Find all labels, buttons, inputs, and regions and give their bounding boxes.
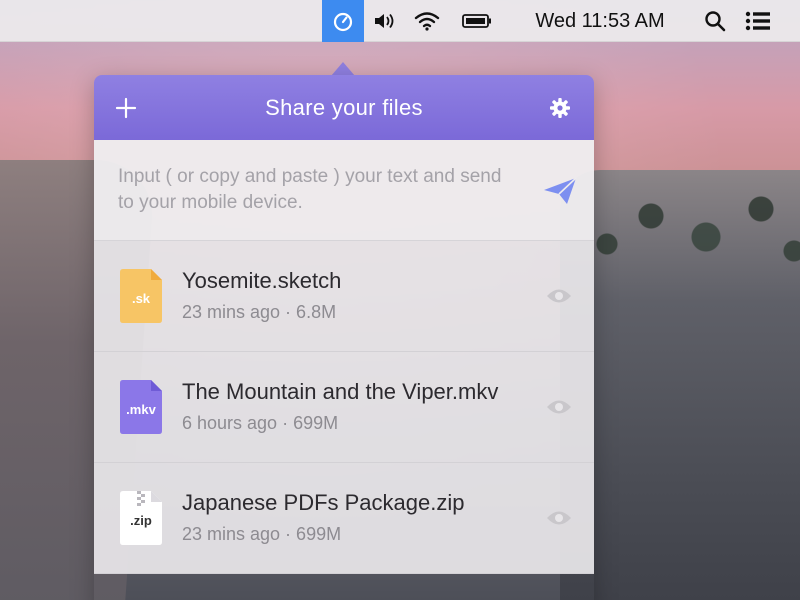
app-status-item[interactable]: [322, 0, 364, 42]
file-meta: 6 hours ago · 699M: [182, 413, 339, 433]
menu-clock[interactable]: Wed 11:53 AM: [520, 0, 680, 42]
plus-icon: [115, 97, 137, 118]
file-name: Yosemite.sketch: [182, 268, 342, 293]
list-menu-icon: [745, 11, 770, 31]
sketch-file-icon: .sk: [120, 269, 162, 323]
file-row[interactable]: .sk Yosemite.sketch 23 mins ago · 6.8M: [94, 241, 594, 352]
popover-title: Share your files: [265, 94, 423, 120]
app-timer-icon: [333, 12, 353, 32]
file-extension: .sk: [131, 291, 151, 306]
add-file-button[interactable]: [98, 75, 154, 140]
file-row[interactable]: .mkv The Mountain and the Viper.mkv 6 ho…: [94, 352, 594, 463]
battery-status-item[interactable]: [458, 0, 496, 42]
eye-icon[interactable]: [546, 287, 572, 305]
search-icon: [705, 11, 726, 32]
file-meta: 23 mins ago · 699M: [182, 524, 342, 544]
popover-header: Share your files: [94, 75, 594, 140]
menu-bar: Wed 11:53 AM: [0, 0, 800, 42]
compose-text-input[interactable]: Input ( or copy and paste ) your text an…: [118, 164, 518, 216]
wifi-status-item[interactable]: [410, 0, 444, 42]
share-popover: Share your files Input ( or copy and pas…: [94, 75, 594, 600]
file-name: Japanese PDFs Package.zip: [182, 490, 465, 515]
battery-icon: [462, 14, 491, 28]
file-list: .sk Yosemite.sketch 23 mins ago · 6.8M .…: [94, 241, 594, 574]
eye-icon[interactable]: [546, 509, 572, 527]
popover-arrow: [331, 62, 355, 76]
eye-icon[interactable]: [546, 398, 572, 416]
file-row[interactable]: .zip Japanese PDFs Package.zip 23 mins a…: [94, 463, 594, 574]
notification-center-button[interactable]: [740, 0, 776, 42]
zip-file-icon: .zip: [120, 491, 162, 545]
file-extension: .zip: [130, 513, 152, 528]
volume-icon: [375, 13, 394, 29]
settings-button[interactable]: [532, 75, 588, 140]
compose-area[interactable]: Input ( or copy and paste ) your text an…: [94, 140, 594, 241]
video-file-icon: .mkv: [120, 380, 162, 434]
wifi-icon: [414, 12, 440, 31]
volume-status-item[interactable]: [370, 0, 400, 42]
file-extension: .mkv: [126, 402, 156, 417]
paper-plane-icon: [544, 177, 577, 204]
spotlight-search-button[interactable]: [700, 0, 730, 42]
file-meta: 23 mins ago · 6.8M: [182, 302, 337, 322]
send-button[interactable]: [542, 176, 578, 206]
wallpaper-trees: [585, 160, 800, 300]
file-name: The Mountain and the Viper.mkv: [182, 379, 499, 404]
gear-icon: [550, 97, 570, 118]
